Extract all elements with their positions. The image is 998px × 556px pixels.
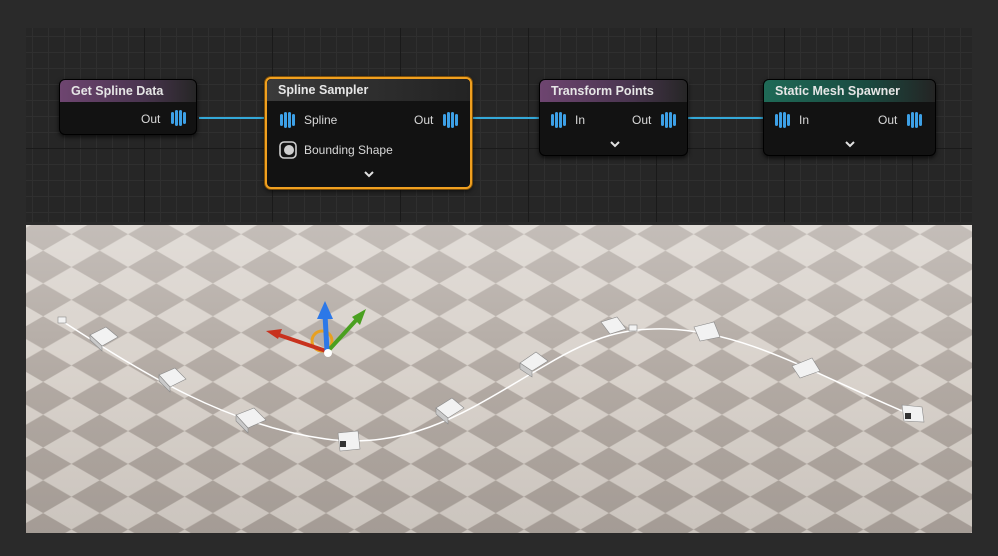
chevron-down-icon[interactable] [609, 141, 621, 149]
points-pin-icon[interactable] [660, 111, 676, 129]
node-title: Spline Sampler [267, 79, 470, 101]
points-pin-icon[interactable] [906, 111, 922, 129]
points-pin-icon[interactable] [170, 109, 186, 127]
spline-pin-label: Spline [304, 113, 338, 127]
chevron-down-icon[interactable] [363, 171, 375, 179]
output-pin-label: Out [141, 112, 161, 126]
input-pin-icon[interactable] [550, 111, 566, 129]
input-pin-label: In [799, 113, 810, 127]
node-get-spline-data[interactable]: Get Spline Data Out [59, 79, 197, 135]
node-spline-sampler[interactable]: Spline Sampler Spline Out Bounding Shape [265, 77, 472, 189]
chevron-down-icon[interactable] [844, 141, 856, 149]
output-pin-label: Out [414, 113, 434, 127]
3d-viewport[interactable] [26, 225, 972, 533]
node-transform-points[interactable]: Transform Points In Out [539, 79, 688, 156]
points-pin-icon[interactable] [442, 111, 458, 129]
input-pin-label: In [575, 113, 586, 127]
node-title: Transform Points [540, 80, 687, 102]
pcg-graph-editor[interactable]: Get Spline Data Out Spline Sampler Splin… [26, 28, 972, 222]
viewport-scene [26, 225, 972, 533]
input-pin-icon[interactable] [774, 111, 790, 129]
bounding-shape-pin-icon[interactable] [279, 141, 297, 159]
spline-input-pin-icon[interactable] [279, 111, 295, 129]
bounding-shape-pin-label: Bounding Shape [304, 143, 393, 157]
output-pin-label: Out [878, 113, 898, 127]
node-static-mesh-spawner[interactable]: Static Mesh Spawner In Out [763, 79, 936, 156]
node-title: Static Mesh Spawner [764, 80, 935, 102]
output-pin-label: Out [632, 113, 652, 127]
node-title: Get Spline Data [60, 80, 196, 102]
